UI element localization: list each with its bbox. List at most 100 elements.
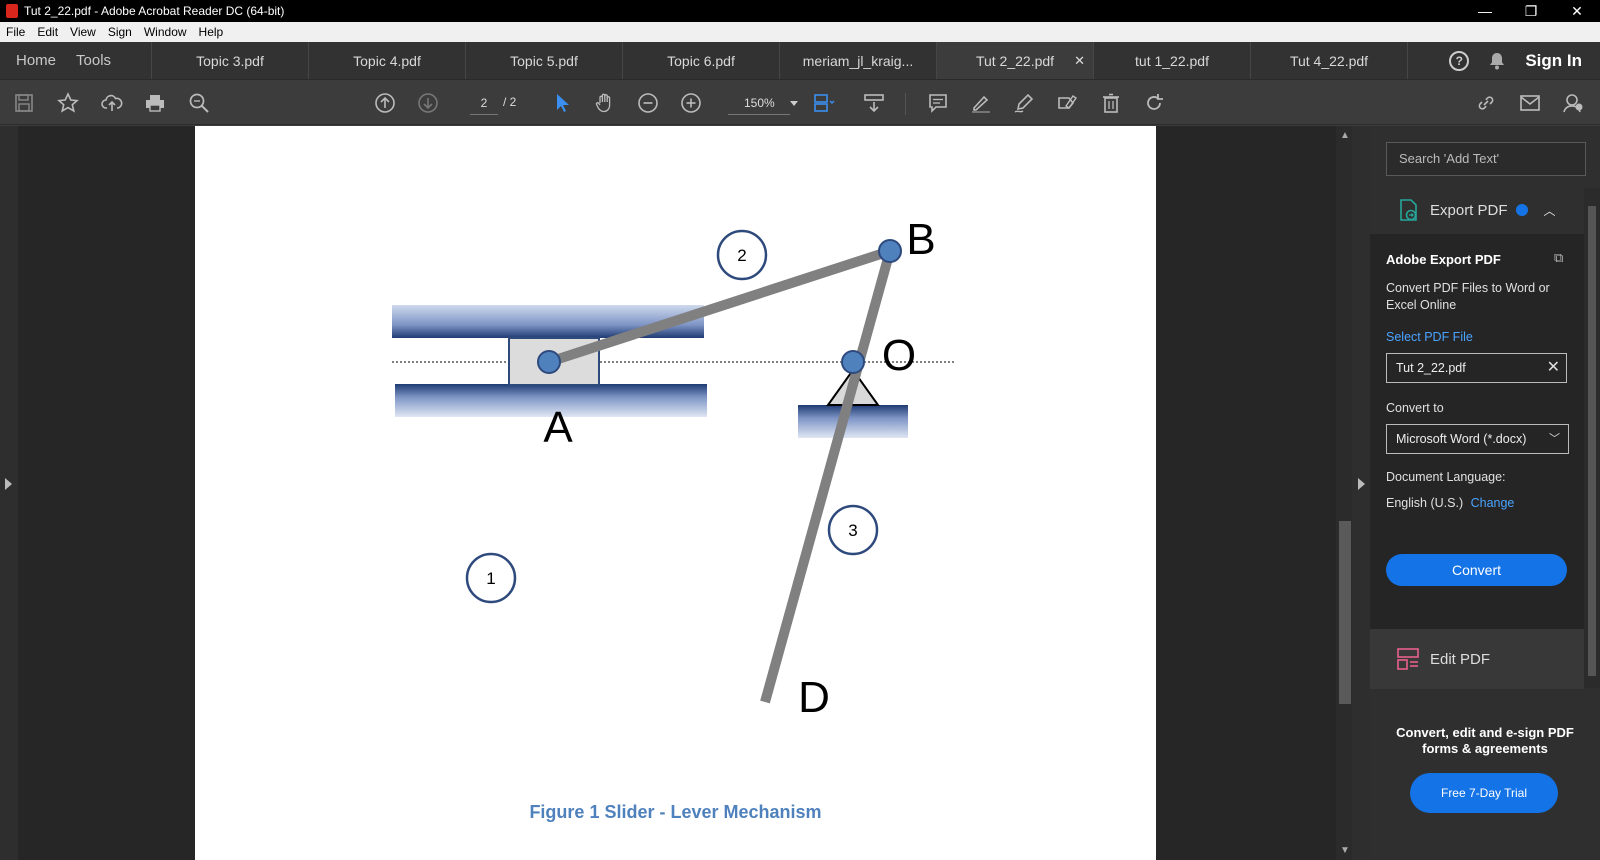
- left-panel-toggle[interactable]: [0, 126, 18, 860]
- document-scrollbar[interactable]: ▲ ▼: [1336, 126, 1352, 860]
- tools-pane-scroll-thumb[interactable]: [1588, 206, 1596, 676]
- page-display-icon[interactable]: [812, 91, 836, 115]
- edit-pdf-icon: [1397, 648, 1419, 670]
- chevron-down-icon[interactable]: ﹀: [1549, 425, 1560, 453]
- export-pdf-title: Export PDF: [1430, 201, 1508, 219]
- edit-pdf-tool[interactable]: Edit PDF: [1370, 629, 1584, 689]
- tab-meriam[interactable]: meriam_jl_kraig...: [780, 42, 937, 79]
- page-number-input[interactable]: 2: [470, 93, 498, 115]
- collapse-right-pane-icon[interactable]: [1358, 478, 1365, 490]
- cloud-upload-icon[interactable]: [100, 91, 124, 115]
- premium-badge-icon: [1515, 204, 1528, 216]
- zoom-in-icon[interactable]: [679, 91, 703, 115]
- expand-left-panel-icon[interactable]: [5, 478, 12, 490]
- home-link[interactable]: Home: [0, 52, 56, 69]
- select-pdf-file-link[interactable]: Select PDF File: [1386, 330, 1473, 344]
- joint-o: [841, 350, 865, 374]
- export-pdf-header[interactable]: Export PDF ︿: [1370, 188, 1584, 232]
- draw-sign-icon[interactable]: [1012, 91, 1036, 115]
- tools-search-input[interactable]: Search 'Add Text': [1386, 142, 1586, 176]
- export-pdf-icon: [1400, 199, 1417, 221]
- menu-sign[interactable]: Sign: [102, 25, 138, 39]
- menu-view[interactable]: View: [64, 25, 102, 39]
- selected-file-field[interactable]: Tut 2_22.pdf ✕: [1386, 353, 1567, 383]
- pivot-ground: [798, 405, 908, 438]
- highlight-pen-icon[interactable]: [969, 91, 993, 115]
- convert-to-label: Convert to: [1386, 401, 1444, 415]
- upper-guide-rail: [392, 305, 704, 338]
- next-page-icon[interactable]: [416, 91, 440, 115]
- document-viewer: 2 3 1 A B O D Figure 1 Slider - Lever Me…: [18, 126, 1336, 860]
- link-3-bar: [760, 249, 895, 704]
- tools-link[interactable]: Tools: [56, 52, 111, 69]
- delete-trash-icon[interactable]: [1099, 91, 1123, 115]
- tab-tut-1-22[interactable]: tut 1_22.pdf: [1094, 42, 1251, 79]
- tab-label: Topic 6.pdf: [667, 52, 735, 69]
- clear-file-icon[interactable]: ✕: [1547, 354, 1560, 382]
- tab-close-icon[interactable]: ✕: [1074, 53, 1085, 69]
- adobe-export-title: Adobe Export PDF: [1386, 252, 1501, 267]
- joint-b: [878, 239, 902, 263]
- hand-tool-icon[interactable]: [593, 91, 617, 115]
- restore-button[interactable]: ❐: [1508, 0, 1554, 22]
- scroll-mode-icon[interactable]: [862, 91, 886, 115]
- page-total: / 2: [503, 95, 517, 109]
- trial-promo: Convert, edit and e-sign PDF forms & agr…: [1370, 691, 1600, 860]
- edit-pdf-label: Edit PDF: [1430, 650, 1491, 668]
- figure-caption: Figure 1 Slider - Lever Mechanism: [529, 802, 822, 822]
- rotate-icon[interactable]: [1142, 91, 1166, 115]
- scrollbar-thumb[interactable]: [1339, 521, 1351, 704]
- label-b: B: [906, 215, 935, 264]
- right-pane-toggle[interactable]: [1352, 126, 1370, 860]
- copy-icon[interactable]: ⧉: [1554, 250, 1570, 266]
- tab-topic-6[interactable]: Topic 6.pdf: [623, 42, 780, 79]
- tab-topic-5[interactable]: Topic 5.pdf: [466, 42, 623, 79]
- tab-tut-4-22[interactable]: Tut 4_22.pdf: [1251, 42, 1408, 79]
- free-trial-button[interactable]: Free 7-Day Trial: [1410, 773, 1558, 813]
- sign-in-button[interactable]: Sign In: [1525, 51, 1582, 71]
- menu-file[interactable]: File: [0, 25, 31, 39]
- chevron-up-icon[interactable]: ︿: [1544, 202, 1556, 219]
- share-link-icon[interactable]: [1474, 91, 1498, 115]
- pdf-page: 2 3 1 A B O D Figure 1 Slider - Lever Me…: [195, 126, 1156, 860]
- export-description: Convert PDF Files to Word or Excel Onlin…: [1386, 281, 1550, 312]
- tab-bar: Home Tools Topic 3.pdf Topic 4.pdf Topic…: [0, 42, 1600, 80]
- scroll-up-icon[interactable]: ▲: [1340, 130, 1350, 141]
- scroll-down-icon[interactable]: ▼: [1340, 845, 1350, 856]
- tab-tut-2-22[interactable]: Tut 2_22.pdf ✕: [937, 42, 1094, 79]
- print-icon[interactable]: [143, 91, 167, 115]
- menu-window[interactable]: Window: [138, 25, 193, 39]
- close-window-button[interactable]: ✕: [1554, 0, 1600, 22]
- selected-file-name: Tut 2_22.pdf: [1396, 361, 1466, 375]
- star-icon[interactable]: [56, 91, 80, 115]
- tab-label: Topic 5.pdf: [510, 52, 578, 69]
- zoom-search-icon[interactable]: [187, 91, 211, 115]
- link-number-3: 3: [848, 521, 857, 540]
- minimize-button[interactable]: —: [1462, 0, 1508, 22]
- zoom-caret-icon[interactable]: [790, 101, 798, 106]
- save-icon[interactable]: [12, 91, 36, 115]
- zoom-out-icon[interactable]: [636, 91, 660, 115]
- slider-lever-mechanism-figure: 2 3 1 A B O D: [392, 215, 955, 722]
- link-number-1: 1: [486, 569, 495, 588]
- zoom-level-select[interactable]: 150%: [728, 93, 790, 115]
- email-icon[interactable]: [1518, 91, 1542, 115]
- tab-topic-3[interactable]: Topic 3.pdf: [152, 42, 309, 79]
- convert-button[interactable]: Convert: [1386, 554, 1567, 586]
- user-add-icon[interactable]: [1561, 91, 1585, 115]
- fill-sign-icon[interactable]: [1055, 91, 1079, 115]
- tab-topic-4[interactable]: Topic 4.pdf: [309, 42, 466, 79]
- acrobat-app-icon: [6, 4, 18, 18]
- select-cursor-icon[interactable]: [550, 91, 574, 115]
- document-language-value: English (U.S.): [1386, 496, 1464, 510]
- comment-icon[interactable]: [926, 91, 950, 115]
- menu-help[interactable]: Help: [193, 25, 230, 39]
- link-number-2: 2: [737, 246, 746, 265]
- change-language-link[interactable]: Change: [1471, 496, 1515, 510]
- help-icon[interactable]: ?: [1449, 50, 1470, 71]
- convert-format-select[interactable]: Microsoft Word (*.docx) ﹀: [1386, 424, 1569, 454]
- bell-icon[interactable]: [1487, 51, 1507, 71]
- menu-edit[interactable]: Edit: [31, 25, 64, 39]
- tools-pane-scrollbar[interactable]: [1584, 188, 1600, 688]
- previous-page-icon[interactable]: [373, 91, 397, 115]
